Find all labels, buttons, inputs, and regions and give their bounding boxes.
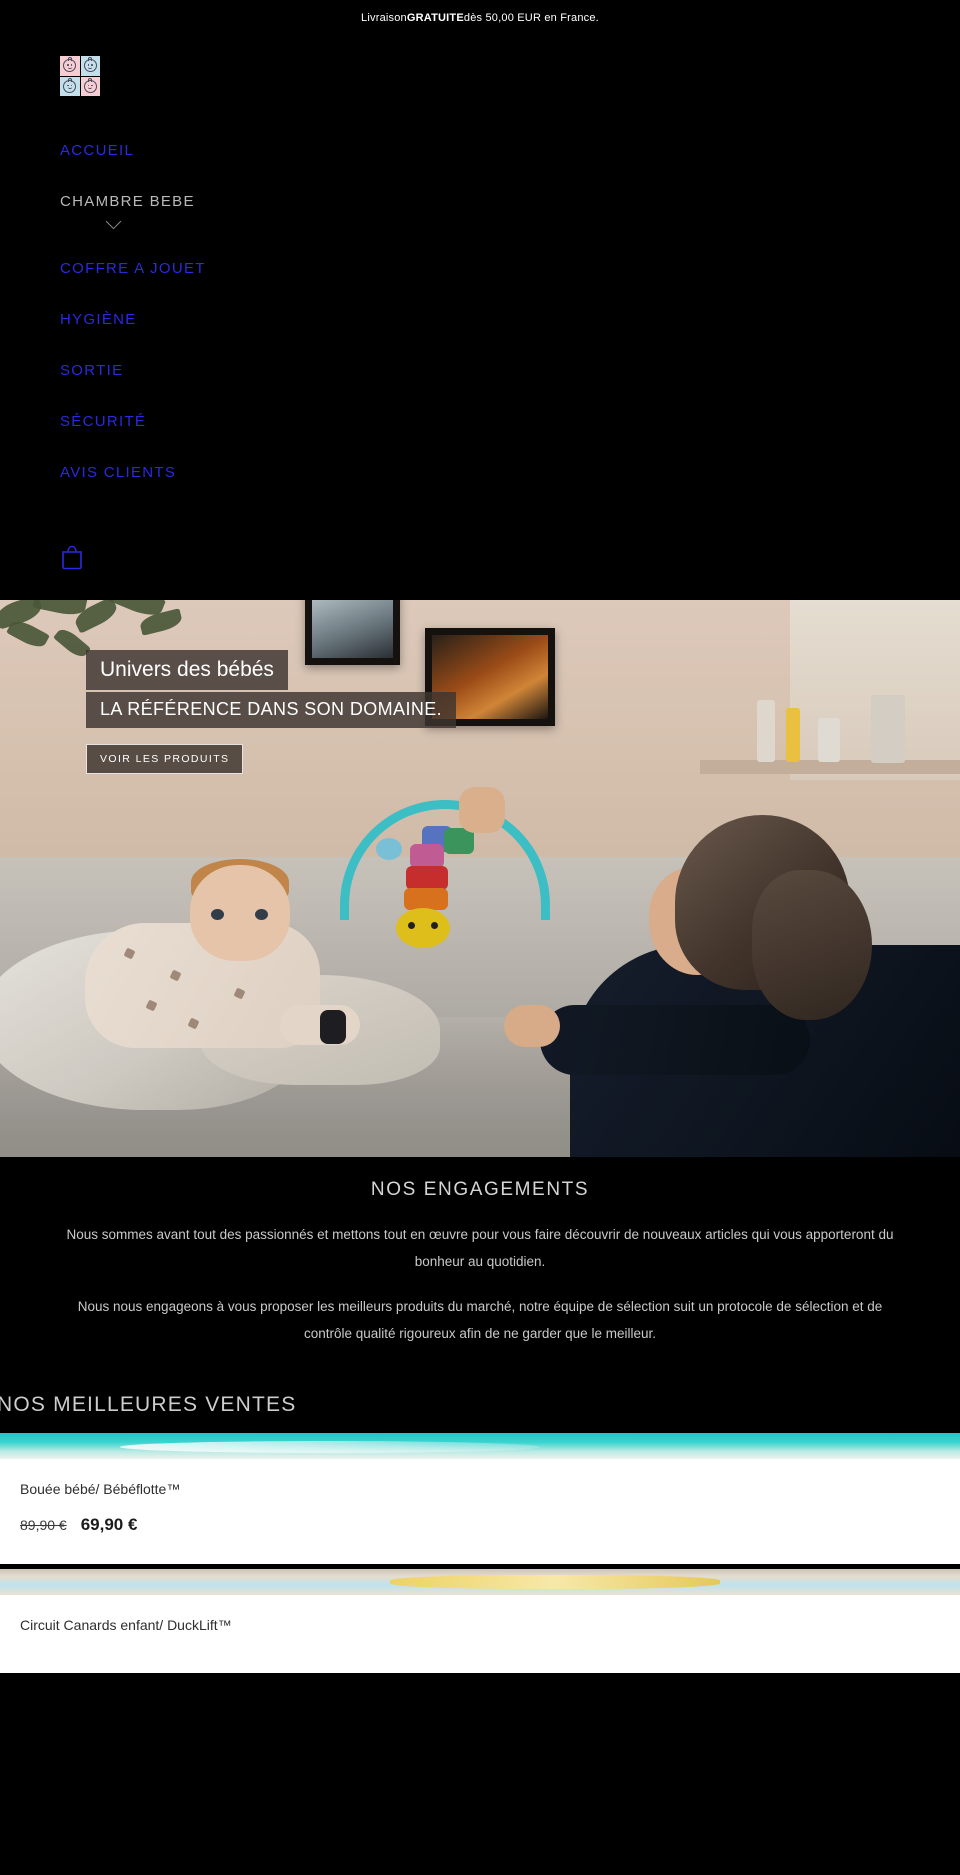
price-sale: 69,90 € xyxy=(80,1515,138,1534)
nav-link-securite[interactable]: SÉCURITÉ xyxy=(60,413,146,430)
engagements-title: NOS ENGAGEMENTS xyxy=(370,1179,590,1200)
logo-cell-blue-2 xyxy=(60,76,80,96)
price-row: 89,90 € 69,90 € xyxy=(20,1511,940,1538)
nav-item-securite[interactable]: SÉCURITÉ xyxy=(60,397,960,448)
product-card[interactable]: Bouée bébé/ Bébéflotte™ 89,90 € 69,90 € xyxy=(0,1433,960,1565)
nav-item-chambre-bebe[interactable]: CHAMBRE BEBE xyxy=(60,177,960,244)
view-products-button[interactable]: VOIR LES PRODUITS xyxy=(86,743,244,774)
nav-item-avis-clients[interactable]: AVIS CLIENTS xyxy=(60,448,960,499)
announcement-highlight: GRATUITE xyxy=(406,12,464,24)
engagements-paragraph-1: Nous sommes avant tout des passionnés et… xyxy=(66,1227,894,1269)
nav-link-chambre-bebe[interactable]: CHAMBRE BEBE xyxy=(60,193,195,210)
nav-link-sortie[interactable]: SORTIE xyxy=(60,362,123,379)
announcement-bar: Livraison GRATUITE dès 50,00 EUR en Fran… xyxy=(0,0,960,36)
product-name[interactable]: Bouée bébé/ Bébéflotte™ xyxy=(20,1481,940,1497)
product-image-circuit-canards[interactable] xyxy=(0,1569,960,1596)
nav-link-coffre-a-jouet[interactable]: COFFRE A JOUET xyxy=(60,260,206,277)
hero-content: Univers des bébés LA RÉFÉRENCE DANS SON … xyxy=(86,650,457,774)
nav-link-avis-clients[interactable]: AVIS CLIENTS xyxy=(60,464,176,481)
storefront-page: Livraison GRATUITE dès 50,00 EUR en Fran… xyxy=(0,0,960,1875)
bestsellers-title: NOS MEILLEURES VENTES xyxy=(0,1375,960,1433)
product-card[interactable]: Circuit Canards enfant/ DuckLift™ xyxy=(0,1569,960,1674)
hero-title: Univers des bébés xyxy=(86,650,288,691)
product-name[interactable]: Circuit Canards enfant/ DuckLift™ xyxy=(20,1617,940,1633)
logo-cell-blue-1 xyxy=(80,56,100,76)
nav-item-sortie[interactable]: SORTIE xyxy=(60,346,960,397)
baby-faces-logo[interactable] xyxy=(60,56,100,96)
hero-subtitle: LA RÉFÉRENCE DANS SON DOMAINE. xyxy=(86,692,457,728)
announcement-prefix: Livraison xyxy=(361,12,407,24)
shopping-bag-icon[interactable] xyxy=(60,544,84,570)
product-info: Bouée bébé/ Bébéflotte™ 89,90 € 69,90 € xyxy=(0,1459,960,1564)
product-image-bouee-bebe[interactable] xyxy=(0,1433,960,1459)
baby-face-icon xyxy=(83,57,97,73)
site-header: ACCUEIL CHAMBRE BEBE COFFRE A JOUET HYGI… xyxy=(0,36,960,600)
logo-cell-pink-2 xyxy=(80,76,100,96)
cart-row[interactable] xyxy=(0,499,960,600)
nav-item-hygiene[interactable]: HYGIÈNE xyxy=(60,295,960,346)
chevron-down-icon[interactable] xyxy=(105,213,122,230)
baby-face-icon xyxy=(83,77,97,93)
engagements-section: NOS ENGAGEMENTS Nous sommes avant tout d… xyxy=(0,1157,960,1375)
engagements-paragraph-2: Nous nous engageons à vous proposer les … xyxy=(77,1299,883,1341)
nav-item-coffre-a-jouet[interactable]: COFFRE A JOUET xyxy=(60,244,960,295)
baby-face-icon xyxy=(63,77,77,93)
logo-wrapper[interactable] xyxy=(0,56,960,96)
logo-cell-pink-1 xyxy=(60,56,80,76)
nav-link-accueil[interactable]: ACCUEIL xyxy=(60,142,134,159)
product-info: Circuit Canards enfant/ DuckLift™ xyxy=(0,1595,960,1673)
baby-face-icon xyxy=(63,57,77,73)
main-navigation: ACCUEIL CHAMBRE BEBE COFFRE A JOUET HYGI… xyxy=(0,96,960,499)
price-original: 89,90 € xyxy=(20,1517,67,1533)
announcement-suffix: dès 50,00 EUR en France. xyxy=(463,12,599,24)
nav-link-hygiene[interactable]: HYGIÈNE xyxy=(60,311,137,328)
nav-item-accueil[interactable]: ACCUEIL xyxy=(60,126,960,177)
